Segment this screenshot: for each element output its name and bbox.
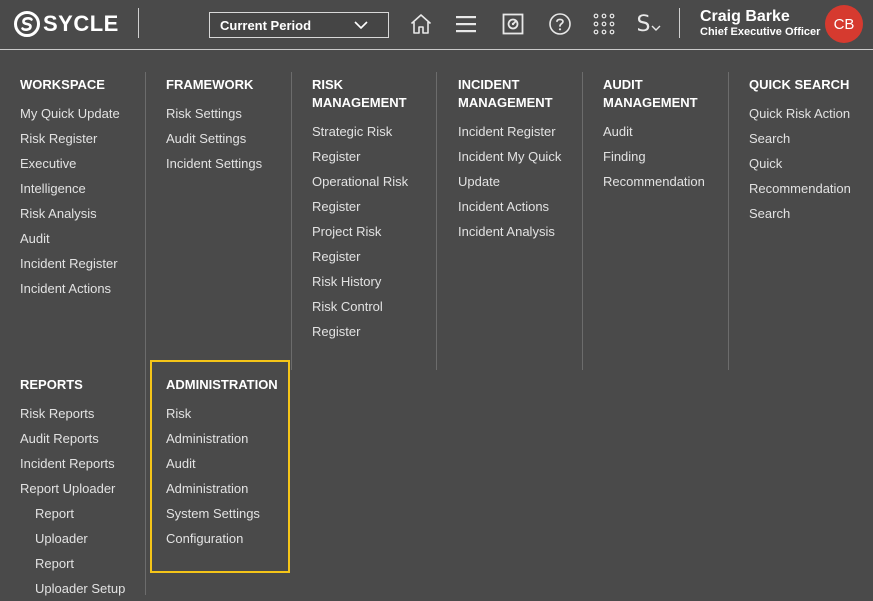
menu-item-risk-analysis[interactable]: Risk Analysis xyxy=(20,201,160,226)
period-select-value: Current Period xyxy=(220,17,312,33)
menu-item-incident-my-quick-update[interactable]: Update xyxy=(458,169,598,194)
user-role: Chief Executive Officer xyxy=(700,26,821,38)
menu-item-quick-recommendation[interactable]: Recommendation xyxy=(749,176,869,201)
menu-item-quick-risk-action-search[interactable]: Search xyxy=(749,126,869,151)
menu-item-risk-register[interactable]: Risk Register xyxy=(20,126,160,151)
menu-item-audit[interactable]: Audit xyxy=(20,226,160,251)
menu-column-incident-management: INCIDENT MANAGEMENT Incident Register In… xyxy=(458,76,598,244)
menu-heading-line: MANAGEMENT xyxy=(312,95,407,110)
menu-item-risk-settings[interactable]: Risk Settings xyxy=(166,101,306,126)
s-dropdown-chevron-icon xyxy=(651,25,661,31)
menu-subitem-report[interactable]: Report xyxy=(20,501,160,526)
menu-item-risk-control[interactable]: Risk Control xyxy=(312,294,452,319)
menu-item-recommendation[interactable]: Recommendation xyxy=(603,169,743,194)
menu-item-quick[interactable]: Quick xyxy=(749,151,869,176)
menu-item-risk-history[interactable]: Risk History xyxy=(312,269,452,294)
menu-item-project-risk[interactable]: Project Risk xyxy=(312,219,452,244)
sycle-logo[interactable]: SYCLE xyxy=(14,10,119,38)
menu-heading-audit-management: AUDIT MANAGEMENT xyxy=(603,76,743,112)
top-bar: SYCLE Current Period S Craig Barke Chief… xyxy=(0,0,873,50)
user-name: Craig Barke xyxy=(700,8,790,25)
menu-heading-risk-management: RISK MANAGEMENT xyxy=(312,76,452,112)
menu-column-quick-search: QUICK SEARCH Quick Risk Action Search Qu… xyxy=(749,76,869,226)
menu-subitem-uploader[interactable]: Uploader xyxy=(20,526,160,551)
menu-item-operational-risk[interactable]: Operational Risk xyxy=(312,169,452,194)
menu-subitem-uploader-setup[interactable]: Uploader Setup xyxy=(20,576,160,601)
user-divider xyxy=(679,8,680,38)
menu-heading-line: INCIDENT xyxy=(458,77,520,92)
menu-heading-administration: ADMINISTRATION xyxy=(166,377,278,392)
menu-item-audit-settings[interactable]: Audit Settings xyxy=(166,126,306,151)
menu-item-report-uploader[interactable]: Report Uploader xyxy=(20,476,160,501)
home-icon[interactable] xyxy=(408,11,434,37)
menu-column-audit-management: AUDIT MANAGEMENT Audit Finding Recommend… xyxy=(603,76,743,194)
menu-heading-line: MANAGEMENT xyxy=(603,95,698,110)
menu-item-system-settings[interactable]: System Settings xyxy=(166,501,306,526)
menu-item-quick-risk-action[interactable]: Quick Risk Action xyxy=(749,101,869,126)
menu-item-intelligence[interactable]: Intelligence xyxy=(20,176,160,201)
menu-heading-reports: REPORTS xyxy=(20,377,83,392)
menu-heading-line: RISK xyxy=(312,77,344,92)
menu-item-incident-settings[interactable]: Incident Settings xyxy=(166,151,306,176)
chevron-down-icon xyxy=(354,21,368,30)
menu-heading-workspace: WORKSPACE xyxy=(20,77,105,92)
menu-item-audit-administration[interactable]: Administration xyxy=(166,476,306,501)
menu-item-project-risk-register[interactable]: Register xyxy=(312,244,452,269)
period-select[interactable]: Current Period xyxy=(209,12,389,38)
menu-item-audit[interactable]: Audit xyxy=(166,451,306,476)
s-dropdown-icon[interactable]: S xyxy=(634,11,664,37)
menu-item-incident-register[interactable]: Incident Register xyxy=(20,251,160,276)
menu-heading-quick-search: QUICK SEARCH xyxy=(749,77,850,92)
dashboard-icon[interactable] xyxy=(500,11,526,37)
menu-column-risk-management: RISK MANAGEMENT Strategic Risk Register … xyxy=(312,76,452,344)
menu-column-administration: ADMINISTRATION Risk Administration Audit… xyxy=(166,376,306,551)
menu-item-incident-actions[interactable]: Incident Actions xyxy=(20,276,160,301)
menu-subitem-report[interactable]: Report xyxy=(20,551,160,576)
menu-heading-line: MANAGEMENT xyxy=(458,95,553,110)
menu-heading-framework: FRAMEWORK xyxy=(166,77,254,92)
menu-heading-line: AUDIT xyxy=(603,77,643,92)
avatar[interactable]: CB xyxy=(825,5,863,43)
menu-item-incident-reports[interactable]: Incident Reports xyxy=(20,451,160,476)
help-icon[interactable] xyxy=(547,11,573,37)
logo-divider xyxy=(138,8,139,38)
menu-item-my-quick-update[interactable]: My Quick Update xyxy=(20,101,160,126)
menu-item-quick-recommendation-search[interactable]: Search xyxy=(749,201,869,226)
menu-item-operational-risk-register[interactable]: Register xyxy=(312,194,452,219)
menu-item-strategic-risk[interactable]: Strategic Risk xyxy=(312,119,452,144)
menu-item-audit-reports[interactable]: Audit Reports xyxy=(20,426,160,451)
menu-item-audit[interactable]: Audit xyxy=(603,119,743,144)
menu-column-workspace: WORKSPACE My Quick Update Risk Register … xyxy=(20,76,160,301)
s-glyph: S xyxy=(636,11,651,37)
apps-grid-icon[interactable] xyxy=(591,11,617,37)
hamburger-menu-icon[interactable] xyxy=(453,11,479,37)
menu-item-finding[interactable]: Finding xyxy=(603,144,743,169)
logo-text: SYCLE xyxy=(43,11,119,36)
menu-heading-incident-management: INCIDENT MANAGEMENT xyxy=(458,76,598,112)
menu-item-incident-actions[interactable]: Incident Actions xyxy=(458,194,598,219)
menu-item-risk-reports[interactable]: Risk Reports xyxy=(20,401,160,426)
menu-column-framework: FRAMEWORK Risk Settings Audit Settings I… xyxy=(166,76,306,176)
menu-item-strategic-risk-register[interactable]: Register xyxy=(312,144,452,169)
menu-item-risk[interactable]: Risk xyxy=(166,401,306,426)
menu-item-executive[interactable]: Executive xyxy=(20,151,160,176)
menu-item-risk-control-register[interactable]: Register xyxy=(312,319,452,344)
sycle-logo-icon xyxy=(14,11,40,37)
menu-item-configuration[interactable]: Configuration xyxy=(166,526,306,551)
menu-item-risk-administration[interactable]: Administration xyxy=(166,426,306,451)
menu-item-incident-my-quick[interactable]: Incident My Quick xyxy=(458,144,598,169)
menu-item-incident-register[interactable]: Incident Register xyxy=(458,119,598,144)
menu-column-reports: REPORTS Risk Reports Audit Reports Incid… xyxy=(20,376,160,601)
menu-item-incident-analysis[interactable]: Incident Analysis xyxy=(458,219,598,244)
